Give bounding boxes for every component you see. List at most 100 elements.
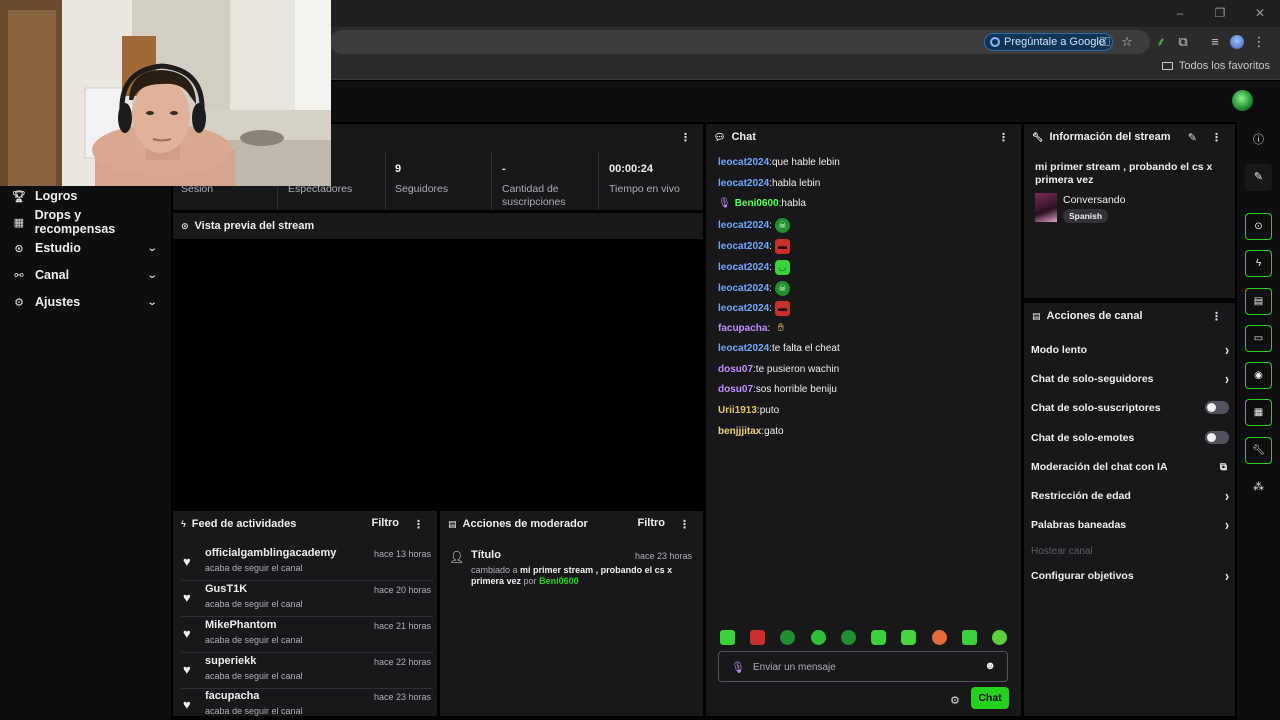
chat-username[interactable]: leocat2024 — [718, 302, 769, 316]
action-set-goals[interactable]: Configurar objetivos › — [1031, 566, 1229, 586]
nav-item-canal[interactable]: ⚯ Canal ⌄ — [12, 265, 162, 285]
subscribers-only-toggle[interactable] — [1205, 401, 1229, 414]
restore-button[interactable]: ❐ — [1200, 0, 1240, 27]
action-ai-moderation[interactable]: Moderación del chat con IA ⧉ — [1031, 457, 1229, 477]
profile-avatar-icon[interactable] — [1230, 35, 1244, 49]
red-block-emote-icon[interactable] — [750, 630, 766, 645]
chat-bubble-icon[interactable]: ▭ — [1245, 325, 1272, 352]
feed-filter-button[interactable]: Filtro — [372, 517, 400, 529]
nav-item-label: Estudio — [35, 241, 81, 255]
action-banned-words[interactable]: Palabras baneadas › — [1031, 515, 1229, 535]
orange-face-emote-icon[interactable] — [931, 630, 947, 645]
feed-user: facupacha — [205, 690, 260, 702]
all-bookmarks-button[interactable]: Todos los favoritos — [1161, 60, 1270, 72]
minimize-button[interactable]: – — [1160, 0, 1200, 27]
feed-action: acaba de seguir el canal — [205, 671, 303, 681]
stream-info-panel: 🔧︎ Información del stream ✎ ⋮ mi primer … — [1024, 124, 1235, 298]
green-smile-emote-icon[interactable] — [961, 630, 977, 645]
skull-emote-icon[interactable] — [780, 630, 796, 645]
nav-item-label: Drops y recompensas — [34, 208, 116, 236]
chat-username[interactable]: leocat2024 — [718, 282, 769, 296]
document-icon[interactable]: ▤ — [1245, 288, 1272, 315]
action-label: Modo lento — [1031, 344, 1087, 356]
bookmark-star-icon[interactable]: ☆ — [1116, 33, 1138, 51]
send-chat-button[interactable]: Chat — [971, 687, 1009, 709]
bolt-icon[interactable]: ϟ — [1245, 250, 1272, 277]
reading-list-icon[interactable]: ≡ — [1204, 33, 1226, 51]
emoji-picker-icon[interactable]: ☻ — [984, 660, 996, 672]
video-player[interactable] — [173, 239, 703, 507]
chat-username[interactable]: leocat2024 — [718, 156, 769, 170]
left-navigation: 🏆︎ Logros ▦ Drops y recompensas ⊙ Estudi… — [0, 122, 171, 720]
chat-text: te pusieron wachin — [755, 364, 840, 375]
kebab-menu-icon[interactable]: ⋮ — [679, 518, 690, 531]
kebab-menu-icon[interactable]: ⋮ — [1211, 131, 1222, 144]
chat-username[interactable]: Beni0600 — [735, 197, 779, 211]
action-followers-only[interactable]: Chat de solo-seguidores › — [1031, 369, 1229, 389]
action-label: Restricción de edad — [1031, 490, 1131, 502]
nav-item-drops[interactable]: ▦ Drops y recompensas — [12, 208, 162, 236]
action-age-restriction[interactable]: Restricción de edad › — [1031, 486, 1229, 506]
chat-username[interactable]: leocat2024 — [718, 219, 769, 233]
mod-filter-button[interactable]: Filtro — [638, 517, 666, 529]
nav-item-ajustes[interactable]: ⚙ Ajustes ⌄ — [12, 292, 162, 312]
kebab-menu-icon[interactable]: ⋮ — [998, 131, 1009, 144]
chat-input-box[interactable]: 🎙︎ ☻ — [718, 651, 1008, 682]
feed-item[interactable]: ♥ facupacha acaba de seguir el canal hac… — [181, 688, 433, 716]
kebab-menu-icon[interactable]: ⋮ — [413, 518, 424, 531]
chat-settings-gear-icon[interactable]: ⚙ — [950, 694, 960, 707]
mod-action-item[interactable]: 👤︎ Título hace 23 horas cambiado a mi pr… — [448, 547, 694, 607]
channel-actions-icon[interactable]: ▦ — [1245, 399, 1272, 426]
nav-item-estudio[interactable]: ⊙ Estudio ⌄ — [12, 238, 162, 258]
add-widget-icon[interactable]: ⁂ — [1245, 474, 1272, 501]
clip-icon[interactable]: ⊙ — [1245, 213, 1272, 240]
nav-item-logros[interactable]: 🏆︎ Logros — [12, 186, 162, 206]
stream-category[interactable]: Conversando — [1063, 194, 1125, 206]
chat-username[interactable]: Urii1913 — [718, 404, 757, 418]
action-slow-mode[interactable]: Modo lento › — [1031, 340, 1229, 360]
channel-actions-icon: ▤ — [1032, 310, 1041, 321]
broadcast-icon[interactable]: ◉ — [1245, 362, 1272, 389]
chat-text: te falta el cheat — [771, 343, 840, 354]
kebab-menu-icon[interactable]: ⋮ — [1211, 310, 1222, 323]
green-cat-emote-icon[interactable] — [871, 630, 887, 645]
stream-tag[interactable]: Spanish — [1063, 209, 1109, 223]
info-icon[interactable]: ⓘ — [1245, 127, 1272, 154]
feed-time: hace 23 horas — [373, 692, 431, 702]
feed-item[interactable]: ♥ officialgamblingacademy acaba de segui… — [181, 545, 433, 581]
emotes-only-toggle[interactable] — [1205, 431, 1229, 444]
close-window-button[interactable]: ✕ — [1240, 0, 1280, 27]
chat-username[interactable]: benjjjitax — [718, 425, 761, 439]
chat-username[interactable]: dosu07 — [718, 363, 753, 377]
green-angry-emote-icon[interactable] — [991, 630, 1007, 645]
chat-message: leocat2024: habla lebin — [718, 177, 821, 191]
chat-username[interactable]: facupacha — [718, 322, 767, 336]
chat-username[interactable]: leocat2024 — [718, 177, 769, 191]
feed-item[interactable]: ♥ GusT1K acaba de seguir el canal hace 2… — [181, 581, 433, 617]
user-avatar[interactable] — [1232, 90, 1253, 111]
extensions-puzzle-icon[interactable]: ⧉ — [1172, 33, 1194, 51]
category-thumbnail[interactable] — [1035, 193, 1057, 222]
feed-item[interactable]: ♥ superiekk acaba de seguir el canal hac… — [181, 653, 433, 689]
browser-menu-icon[interactable]: ⋮ — [1248, 33, 1270, 51]
kebab-menu-icon[interactable]: ⋮ — [680, 131, 691, 144]
microphone-icon[interactable]: 🎙︎ — [731, 661, 745, 674]
password-key-icon[interactable]: ⚿ — [1094, 33, 1116, 51]
green-blob-emote-icon[interactable] — [810, 630, 826, 645]
chat-username[interactable]: leocat2024 — [718, 240, 769, 254]
chat-username[interactable]: dosu07 — [718, 383, 753, 397]
green-ghost-emote-icon[interactable] — [901, 630, 917, 645]
green-round-emote-icon[interactable] — [840, 630, 856, 645]
feed-action: acaba de seguir el canal — [205, 599, 303, 609]
edit-pencil-icon[interactable]: ✎ — [1188, 131, 1197, 144]
chat-username[interactable]: leocat2024 — [718, 261, 769, 275]
extension-leaf-icon[interactable]: ⸙ — [1150, 33, 1172, 51]
edit-pencil-icon[interactable]: ✎ — [1245, 164, 1272, 191]
chat-username[interactable]: leocat2024 — [718, 342, 769, 356]
bolt-icon: ϟ — [181, 519, 186, 529]
chat-message-input[interactable] — [753, 658, 973, 676]
green-face-emote-icon[interactable] — [720, 630, 735, 645]
chat-message: Urii1913: puto — [718, 404, 780, 418]
feed-item[interactable]: ♥ MikePhantom acaba de seguir el canal h… — [181, 617, 433, 653]
wrench-icon[interactable]: 🔧︎ — [1245, 437, 1272, 464]
